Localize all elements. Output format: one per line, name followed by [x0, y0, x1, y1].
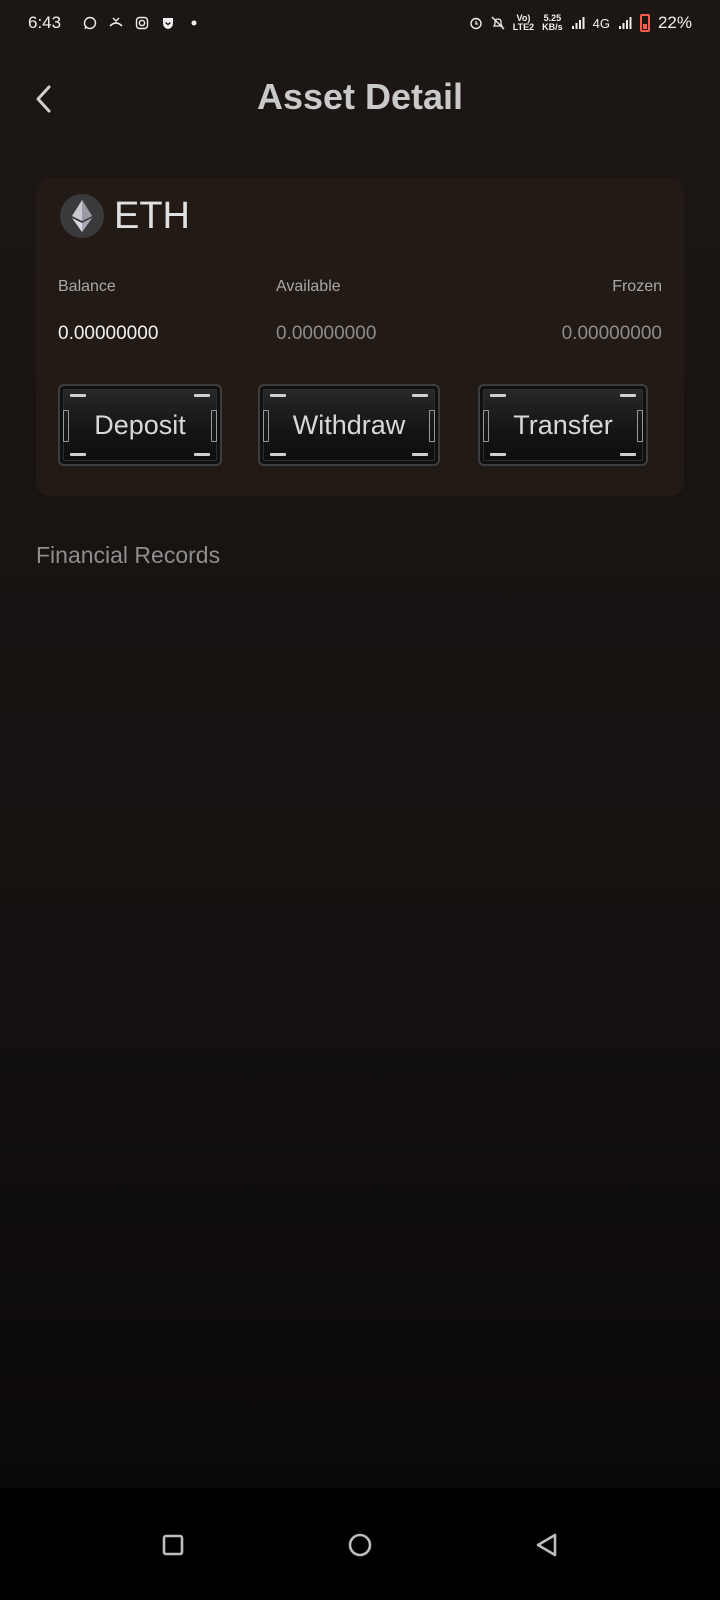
- transfer-label: Transfer: [513, 409, 613, 440]
- page-title: Asset Detail: [256, 76, 464, 117]
- balance-label: Balance: [58, 278, 116, 295]
- nav-back-button[interactable]: [527, 1525, 567, 1565]
- shield-icon: [161, 16, 175, 30]
- balance-value: 0.00000000: [58, 323, 159, 344]
- dot-icon: [187, 16, 201, 30]
- signal-icon: [571, 16, 585, 30]
- system-nav-bar: [0, 1490, 720, 1600]
- signal-icon-2: [618, 16, 632, 30]
- withdraw-button[interactable]: Withdraw: [258, 384, 440, 466]
- battery-percent: 22%: [657, 13, 692, 32]
- coin-row: ETH: [60, 194, 190, 238]
- status-bar: 6:43 Vo) LTE2 5.25 KB/s 4G 22%: [0, 0, 720, 46]
- missed-call-icon: [109, 16, 123, 30]
- status-right: Vo) LTE2 5.25 KB/s 4G 22%: [469, 13, 692, 33]
- frozen-value: 0.00000000: [561, 323, 662, 344]
- ethereum-icon: [60, 194, 104, 238]
- home-icon: [348, 1533, 372, 1557]
- recent-apps-icon: [163, 1534, 184, 1556]
- deposit-button[interactable]: Deposit: [58, 384, 222, 466]
- transfer-button[interactable]: Transfer: [478, 384, 648, 466]
- volte-indicator: Vo) LTE2: [513, 14, 534, 32]
- header: Asset Detail: [0, 60, 720, 140]
- lte-label: LTE2: [512, 22, 535, 32]
- network-speed: 5.25 KB/s: [542, 14, 563, 32]
- instagram-icon: [135, 16, 149, 30]
- mute-icon: [491, 16, 505, 30]
- available-value: 0.00000000: [276, 323, 377, 344]
- network-type: 4G: [592, 15, 610, 31]
- frozen-label: Frozen: [612, 278, 662, 295]
- status-left: 6:43: [28, 13, 201, 33]
- status-time: 6:43: [28, 13, 62, 32]
- home-button[interactable]: [340, 1525, 380, 1565]
- coin-symbol: ETH: [114, 194, 190, 237]
- asset-card: ETH Balance Available Frozen 0.00000000 …: [36, 178, 684, 496]
- withdraw-label: Withdraw: [292, 409, 406, 440]
- back-triangle-icon: [536, 1533, 556, 1557]
- deposit-label: Deposit: [94, 409, 186, 440]
- battery-icon: [639, 14, 650, 32]
- available-label: Available: [276, 278, 341, 295]
- network-speed-unit: KB/s: [542, 22, 563, 32]
- whatsapp-icon: [83, 16, 97, 30]
- financial-records-title: Financial Records: [36, 542, 221, 568]
- alarm-icon: [469, 16, 483, 30]
- recent-apps-button[interactable]: [153, 1525, 193, 1565]
